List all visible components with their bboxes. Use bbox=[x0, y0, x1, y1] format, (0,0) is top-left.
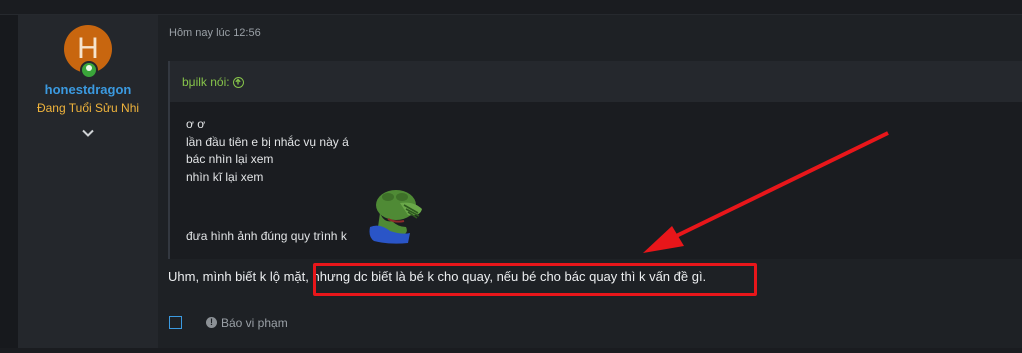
quote-author-label[interactable]: bμilk nói: bbox=[182, 75, 230, 89]
user-title: Đang Tuổi Sửu Nhi bbox=[36, 101, 140, 115]
quote-attribution[interactable]: bμilk nói: bbox=[182, 75, 244, 89]
top-divider bbox=[0, 0, 1022, 15]
chevron-down-icon[interactable] bbox=[82, 127, 94, 139]
quote-line-last: đưa hình ảnh đúng quy trình k bbox=[186, 229, 347, 243]
left-gutter bbox=[0, 15, 18, 353]
quote-line: bác nhìn lại xem bbox=[186, 152, 274, 166]
quote-header: bμilk nói: bbox=[168, 61, 1022, 102]
quote-line: ơ ơ bbox=[186, 117, 206, 131]
online-status-icon bbox=[80, 61, 98, 79]
quote-block: bμilk nói: ơ ơ lần đầu tiên e bị nhắc vụ… bbox=[168, 61, 1022, 259]
post-body: Hôm nay lúc 12:56 bμilk nói: ơ ơ lần đầu… bbox=[158, 15, 1022, 348]
annotation-highlight-box bbox=[313, 263, 757, 296]
report-icon[interactable]: ! bbox=[206, 317, 217, 328]
quote-left-bar bbox=[168, 61, 170, 259]
user-info-panel: H honestdragon Đang Tuổi Sửu Nhi bbox=[18, 15, 158, 348]
report-link[interactable]: Báo vi phạm bbox=[221, 316, 288, 330]
arrow-up-circle-icon[interactable] bbox=[232, 77, 244, 88]
quote-line: nhìn kĩ lại xem bbox=[186, 169, 264, 184]
post-timestamp[interactable]: Hôm nay lúc 12:56 bbox=[169, 27, 261, 39]
bottom-divider bbox=[0, 348, 1022, 353]
forum-page: H honestdragon Đang Tuổi Sửu Nhi Hôm nay… bbox=[0, 0, 1022, 353]
facepalm-frog-sticker-icon bbox=[369, 190, 422, 244]
quote-line: lần đầu tiên e bị nhắc vụ này á bbox=[186, 134, 349, 149]
username-link[interactable]: honestdragon bbox=[18, 82, 158, 97]
quote-text: ơ ơ lần đầu tiên e bị nhắc vụ này á bác … bbox=[186, 116, 349, 186]
select-post-checkbox[interactable] bbox=[169, 316, 182, 329]
